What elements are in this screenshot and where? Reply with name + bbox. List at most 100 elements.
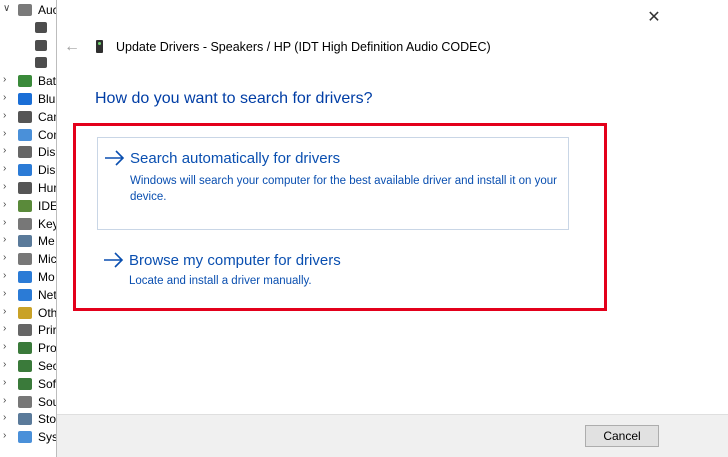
- back-arrow-icon: ←: [64, 38, 80, 55]
- tree-item-label: Sof: [38, 376, 57, 391]
- option-description: Locate and install a driver manually.: [129, 275, 312, 287]
- page-heading: How do you want to search for drivers?: [95, 90, 373, 107]
- tree-item-label: Sto: [38, 412, 57, 427]
- arrow-right-icon: [104, 252, 124, 268]
- tree-item-label: Pro: [38, 341, 57, 356]
- tree-item-label: Sys: [38, 430, 59, 445]
- chevron-right-icon[interactable]: ›: [3, 74, 12, 85]
- disk-drive-icon: [18, 146, 32, 159]
- tree-item[interactable]: › Mo: [0, 269, 60, 286]
- tree-item[interactable]: › Oth: [0, 305, 60, 322]
- bluetooth-icon: [18, 93, 32, 105]
- tree-child-item[interactable]: [0, 38, 60, 55]
- tree-item[interactable]: › Sof: [0, 376, 60, 393]
- chevron-right-icon[interactable]: ›: [3, 323, 12, 334]
- chevron-right-icon[interactable]: ›: [3, 128, 12, 139]
- chevron-right-icon[interactable]: ›: [3, 395, 12, 406]
- chevron-right-icon[interactable]: ›: [3, 110, 12, 121]
- arrow-right-icon: [105, 150, 125, 166]
- tree-item[interactable]: › Can: [0, 109, 60, 126]
- camera-icon: [18, 110, 32, 123]
- tree-item[interactable]: ∨ Auc: [0, 2, 60, 19]
- back-button[interactable]: ←: [63, 38, 81, 56]
- system-device-icon: [18, 431, 32, 444]
- chevron-right-icon[interactable]: ›: [3, 270, 12, 281]
- chevron-right-icon[interactable]: ›: [3, 412, 12, 423]
- speaker-device-icon: [35, 21, 47, 33]
- chevron-right-icon[interactable]: ›: [3, 234, 12, 245]
- tree-item-label: IDE: [38, 198, 59, 213]
- tree-item[interactable]: › Con: [0, 127, 60, 144]
- tree-item-label: Disl: [38, 145, 58, 160]
- tree-item-label: Blu: [38, 92, 56, 106]
- tree-item[interactable]: › Mic: [0, 251, 60, 268]
- tree-item-label: Prir: [38, 323, 57, 338]
- chevron-right-icon[interactable]: ›: [3, 217, 12, 228]
- chevron-right-icon[interactable]: ›: [3, 145, 12, 156]
- mouse-icon: [18, 253, 32, 266]
- chevron-right-icon[interactable]: ›: [3, 306, 12, 317]
- tree-item[interactable]: › Blu: [0, 91, 60, 108]
- close-button[interactable]: ✕: [643, 8, 665, 28]
- chevron-right-icon[interactable]: ›: [3, 288, 12, 299]
- storage-controller-icon: [18, 413, 32, 426]
- tree-item[interactable]: › IDE: [0, 198, 60, 215]
- device-manager-tree: ∨ Auc › Bat › Blu › Can › Con › Disl › Disp › Hur › IDE › K…: [0, 0, 60, 457]
- tree-item-label: Bat: [38, 74, 57, 89]
- chevron-down-icon[interactable]: ∨: [3, 3, 12, 14]
- computer-icon: [18, 128, 32, 141]
- network-adapter-icon: [18, 288, 32, 301]
- tree-item[interactable]: › Me: [0, 233, 60, 250]
- tree-item[interactable]: › Sec: [0, 358, 60, 375]
- battery-icon: [18, 75, 32, 88]
- keyboard-icon: [18, 217, 32, 230]
- chevron-right-icon[interactable]: ›: [3, 181, 12, 192]
- tree-item[interactable]: › Sou: [0, 394, 60, 411]
- tree-item[interactable]: › Sto: [0, 411, 60, 428]
- cancel-button[interactable]: Cancel: [585, 425, 659, 447]
- tree-item[interactable]: › Key: [0, 216, 60, 233]
- chevron-right-icon[interactable]: ›: [3, 252, 12, 263]
- dialog-title: Update Drivers - Speakers / HP (IDT High…: [116, 40, 491, 54]
- tree-item-label: Hur: [38, 181, 58, 195]
- close-icon: ✕: [647, 9, 661, 26]
- tree-item[interactable]: › Hur: [0, 180, 60, 197]
- tree-item-label: Net: [38, 287, 57, 302]
- tree-item-label: Oth: [38, 305, 58, 320]
- print-queue-icon: [18, 324, 32, 337]
- speaker-device-icon: [35, 57, 47, 69]
- sound-controller-icon: [18, 395, 32, 408]
- tree-child-item[interactable]: [0, 20, 60, 37]
- tree-item[interactable]: › Disp: [0, 162, 60, 179]
- security-device-icon: [18, 360, 32, 372]
- chevron-right-icon[interactable]: ›: [3, 359, 12, 370]
- tree-item[interactable]: › Prir: [0, 322, 60, 339]
- search-automatically-option[interactable]: Search automatically for drivers Windows…: [97, 137, 569, 230]
- ide-controller-icon: [18, 199, 32, 212]
- hid-icon: [18, 182, 32, 194]
- tree-item[interactable]: › Disl: [0, 144, 60, 161]
- speaker-device-icon: [96, 40, 103, 53]
- other-device-icon: [18, 306, 32, 319]
- chevron-right-icon[interactable]: ›: [3, 377, 12, 388]
- tree-child-item[interactable]: [0, 55, 60, 72]
- chevron-right-icon[interactable]: ›: [3, 92, 12, 103]
- tree-item-label: Mic: [38, 252, 57, 267]
- option-description: Windows will search your computer for th…: [130, 175, 557, 203]
- chevron-right-icon[interactable]: ›: [3, 430, 12, 441]
- browse-computer-option[interactable]: Browse my computer for drivers Locate an…: [97, 243, 569, 293]
- option-title: Browse my computer for drivers: [129, 252, 341, 269]
- speaker-icon: [18, 4, 32, 16]
- chevron-right-icon[interactable]: ›: [3, 163, 12, 174]
- chevron-right-icon[interactable]: ›: [3, 341, 12, 352]
- tree-item[interactable]: › Sys: [0, 429, 60, 446]
- speaker-device-icon: [35, 39, 47, 51]
- tree-item-label: Mo: [38, 270, 55, 284]
- tree-item[interactable]: › Bat: [0, 73, 60, 90]
- tree-item[interactable]: › Pro: [0, 340, 60, 357]
- tree-item[interactable]: › Net: [0, 287, 60, 304]
- display-adapter-icon: [18, 164, 32, 177]
- memory-icon: [18, 235, 32, 248]
- chevron-right-icon[interactable]: ›: [3, 199, 12, 210]
- software-component-icon: [18, 377, 32, 390]
